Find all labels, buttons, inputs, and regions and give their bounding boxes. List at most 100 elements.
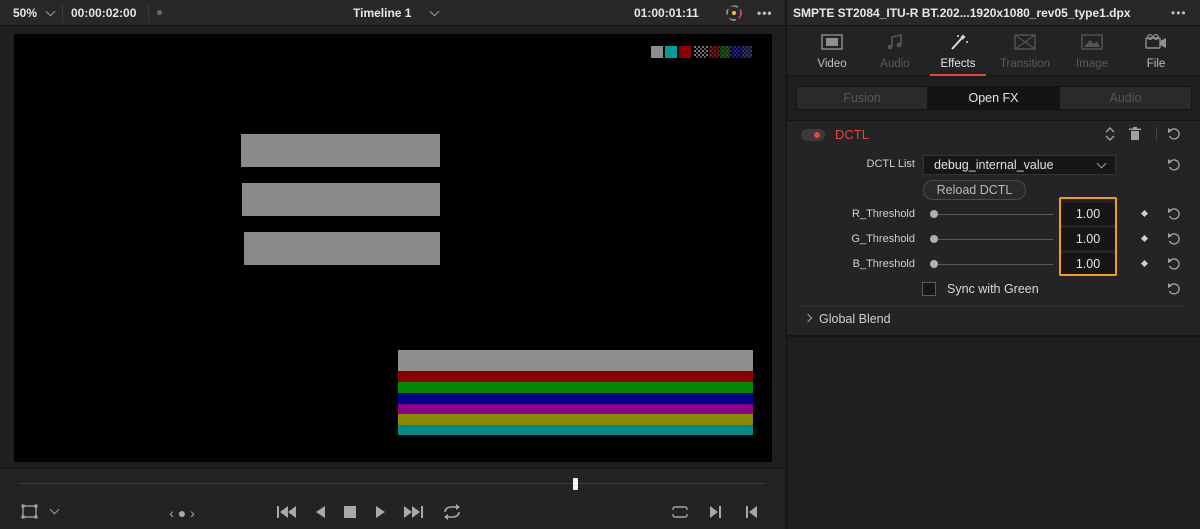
effects-subtabs: Fusion Open FX Audio xyxy=(796,86,1192,110)
loop-icon[interactable] xyxy=(441,503,463,521)
tab-label: File xyxy=(1146,58,1166,70)
tab-image[interactable]: Image xyxy=(1060,26,1124,76)
scrubber-track[interactable] xyxy=(20,483,764,484)
global-blend-section[interactable]: Global Blend xyxy=(787,309,1200,331)
toolbar-divider xyxy=(148,4,149,22)
color-wheel-icon[interactable] xyxy=(724,3,744,23)
stripe-green xyxy=(398,382,753,393)
toggle-indicator xyxy=(814,132,820,138)
g-threshold-slider-track[interactable] xyxy=(935,239,1053,240)
stripe-red xyxy=(398,371,753,382)
chevron-right-icon xyxy=(803,313,813,323)
subtab-audio[interactable]: Audio xyxy=(1060,87,1191,109)
section-divider xyxy=(801,306,1187,307)
stripe-yellow xyxy=(398,414,753,425)
tab-transition[interactable]: Transition xyxy=(993,26,1057,76)
r-threshold-label: R_Threshold xyxy=(852,208,915,220)
transport-bar: ‹ ● › xyxy=(0,468,784,529)
reset-r-threshold-icon[interactable] xyxy=(1167,207,1181,221)
overlay-dropdown-chevron-icon[interactable] xyxy=(49,504,60,515)
dctl-effect-panel: DCTL DCTL List debug_internal_value Relo… xyxy=(787,120,1200,336)
tab-label: Video xyxy=(817,58,847,70)
chevron-down-icon xyxy=(1096,158,1107,169)
camera-icon xyxy=(1145,34,1166,49)
reset-dctl-list-icon[interactable] xyxy=(1167,158,1181,172)
sync-with-green-label: Sync with Green xyxy=(947,282,1039,296)
tab-audio[interactable]: Audio xyxy=(863,26,927,76)
timeline-name[interactable]: Timeline 1 xyxy=(353,0,411,26)
keyframe-diamond-icon[interactable] xyxy=(1140,259,1149,268)
reset-b-threshold-icon[interactable] xyxy=(1167,257,1181,271)
tab-label: Image xyxy=(1076,58,1108,70)
b-threshold-label: B_Threshold xyxy=(852,258,915,270)
viewer-toolbar: 50% 00:00:02:00 Timeline 1 01:00:01:11 •… xyxy=(0,0,784,26)
record-timecode: 01:00:01:11 xyxy=(634,6,699,20)
zoom-level[interactable]: 50% xyxy=(13,0,37,26)
dctl-list-label: DCTL List xyxy=(866,158,916,170)
tab-label: Audio xyxy=(880,58,910,70)
g-threshold-slider-knob[interactable] xyxy=(930,235,938,243)
sync-with-green-checkbox[interactable] xyxy=(922,282,936,296)
keyframe-diamond-icon[interactable] xyxy=(1140,234,1149,243)
go-to-start-icon[interactable] xyxy=(276,505,298,519)
source-timecode: 00:00:02:00 xyxy=(71,6,137,20)
subtab-open-fx[interactable]: Open FX xyxy=(927,87,1060,109)
reload-dctl-button[interactable]: Reload DCTL xyxy=(923,180,1026,200)
trash-icon[interactable] xyxy=(1129,127,1141,141)
go-to-end-icon[interactable] xyxy=(403,505,425,519)
stripe-gray xyxy=(398,350,753,371)
reorder-icon[interactable] xyxy=(1105,126,1115,142)
inspector-tabs: Video Audio Effects Transition Image Fil… xyxy=(787,26,1200,76)
r-threshold-slider-track[interactable] xyxy=(935,214,1053,215)
keyframe-diamond-icon[interactable] xyxy=(1140,209,1149,218)
dctl-list-value: debug_internal_value xyxy=(934,158,1054,172)
transform-overlay-icon[interactable] xyxy=(21,504,39,520)
zoom-dropdown-chevron-icon[interactable] xyxy=(45,6,56,17)
checker-pattern xyxy=(694,46,752,58)
timeline-dropdown-chevron-icon[interactable] xyxy=(429,6,440,17)
effect-enable-toggle[interactable] xyxy=(801,129,825,141)
gray-bar xyxy=(242,183,440,216)
tab-file[interactable]: File xyxy=(1124,26,1188,76)
play-icon[interactable] xyxy=(375,505,387,519)
stripe-cyan xyxy=(398,425,753,435)
tab-video[interactable]: Video xyxy=(800,26,864,76)
viewer-panel: 50% 00:00:02:00 Timeline 1 01:00:01:11 •… xyxy=(0,0,784,529)
r-threshold-slider-knob[interactable] xyxy=(930,210,938,218)
inspector-more-options-icon[interactable]: ••• xyxy=(1171,0,1187,26)
swatch-gray xyxy=(651,46,663,58)
next-edit-icon[interactable] xyxy=(709,505,723,519)
play-reverse-icon[interactable] xyxy=(314,505,326,519)
panel-bottom-divider xyxy=(787,336,1200,337)
inspector-title-bar: SMPTE ST2084_ITU-R BT.202...1920x1080_re… xyxy=(787,0,1200,26)
match-frame-icon[interactable] xyxy=(670,504,690,520)
effect-name: DCTL xyxy=(835,127,869,142)
image-icon xyxy=(1081,34,1103,50)
previous-edit-icon[interactable] xyxy=(745,505,759,519)
b-threshold-slider-track[interactable] xyxy=(935,264,1053,265)
reset-g-threshold-icon[interactable] xyxy=(1167,232,1181,246)
viewer-more-options-icon[interactable]: ••• xyxy=(757,0,773,26)
toolbar-divider xyxy=(62,4,63,22)
viewer-options-dot-icon[interactable] xyxy=(157,10,162,15)
tab-label: Transition xyxy=(999,58,1051,70)
magic-wand-icon xyxy=(951,34,968,50)
stripe-magenta xyxy=(398,404,753,414)
jog-control-icon[interactable]: ‹ ● › xyxy=(158,503,206,523)
b-threshold-slider-knob[interactable] xyxy=(930,260,938,268)
tab-effects[interactable]: Effects xyxy=(926,26,990,76)
clip-name: SMPTE ST2084_ITU-R BT.202...1920x1080_re… xyxy=(793,6,1131,20)
dctl-list-select[interactable]: debug_internal_value xyxy=(923,155,1116,175)
g-threshold-label: G_Threshold xyxy=(851,233,915,245)
swatch-red xyxy=(679,46,691,58)
playhead[interactable] xyxy=(573,478,578,490)
video-frame xyxy=(14,34,772,462)
inspector-panel: SMPTE ST2084_ITU-R BT.202...1920x1080_re… xyxy=(786,0,1200,529)
reset-sync-icon[interactable] xyxy=(1167,282,1181,296)
global-blend-label: Global Blend xyxy=(819,312,891,326)
stop-icon[interactable] xyxy=(344,506,356,518)
swatch-cyan xyxy=(665,46,677,58)
header-divider xyxy=(1156,127,1157,141)
reset-effect-icon[interactable] xyxy=(1167,127,1181,141)
subtab-fusion[interactable]: Fusion xyxy=(797,87,927,109)
